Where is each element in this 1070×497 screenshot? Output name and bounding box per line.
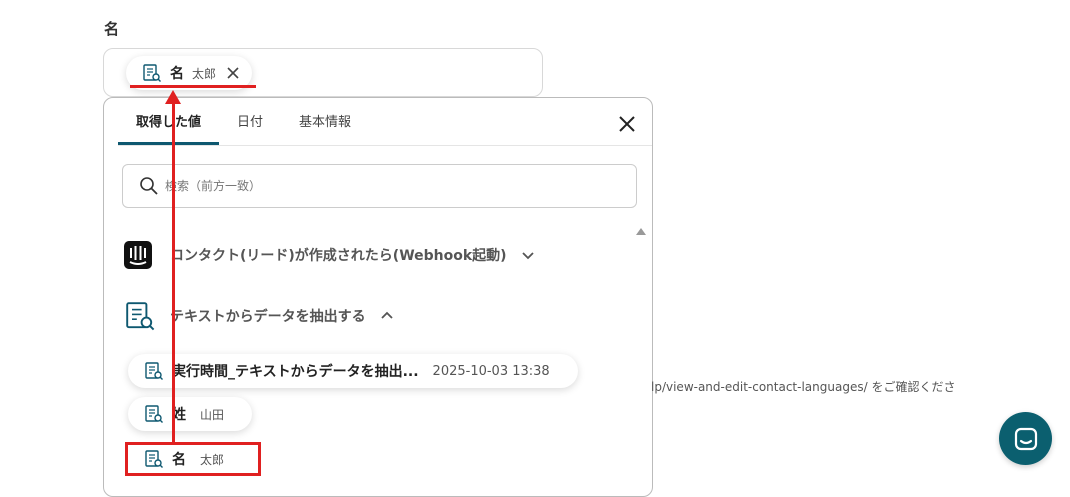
chevron-down-icon: [521, 248, 535, 262]
item-name: 実行時間_テキストからデータを抽出...: [172, 364, 419, 380]
chat-icon: [1013, 426, 1039, 452]
section-label: コンタクト(リード)が作成されたら(Webhook起動): [170, 248, 507, 264]
search-icon: [139, 176, 159, 196]
section-extract-text[interactable]: テキストからデータを抽出する: [124, 300, 394, 332]
chip-name: 名: [170, 66, 184, 82]
document-search-icon: [144, 361, 164, 381]
document-search-icon: [124, 300, 156, 332]
chip-value: 太郎: [192, 66, 217, 81]
item-value: 山田: [200, 407, 225, 422]
tab-basic-info[interactable]: 基本情報: [281, 98, 369, 145]
annotation-arrow-head: [165, 90, 181, 104]
value-picker-popup: 取得した値 日付 基本情報 コンタクト(リード)が作成されたら(Webhook起…: [103, 97, 653, 497]
search-input[interactable]: [165, 179, 565, 193]
section-label: テキストからデータを抽出する: [170, 309, 366, 325]
scroll-up-arrow[interactable]: [636, 228, 646, 235]
tab-date[interactable]: 日付: [219, 98, 281, 145]
document-search-icon: [144, 404, 164, 424]
chat-button[interactable]: [999, 412, 1052, 465]
list-item[interactable]: 姓 山田: [128, 397, 253, 431]
annotation-arrow-line: [172, 100, 175, 443]
intercom-icon: [124, 241, 152, 269]
list-item[interactable]: 実行時間_テキストからデータを抽出... 2025-10-03 13:38: [128, 354, 578, 388]
chevron-up-icon: [380, 309, 394, 323]
annotation-underline: [130, 85, 256, 88]
section-contact-webhook[interactable]: コンタクト(リード)が作成されたら(Webhook起動): [124, 241, 535, 269]
close-icon[interactable]: [617, 114, 637, 134]
tab-acquired-values[interactable]: 取得した値: [118, 98, 220, 145]
tab-divider: [118, 145, 652, 146]
background-url-text: lp/view-and-edit-contact-languages/ をご確認…: [651, 380, 956, 394]
document-search-icon: [142, 63, 162, 83]
close-icon[interactable]: [226, 66, 240, 80]
search-field[interactable]: [122, 164, 637, 208]
item-value: 2025-10-03 13:38: [432, 363, 550, 379]
tab-bar: 取得した値 日付 基本情報: [118, 98, 369, 145]
annotation-highlight-box: [125, 442, 261, 476]
field-label: 名: [104, 20, 120, 38]
